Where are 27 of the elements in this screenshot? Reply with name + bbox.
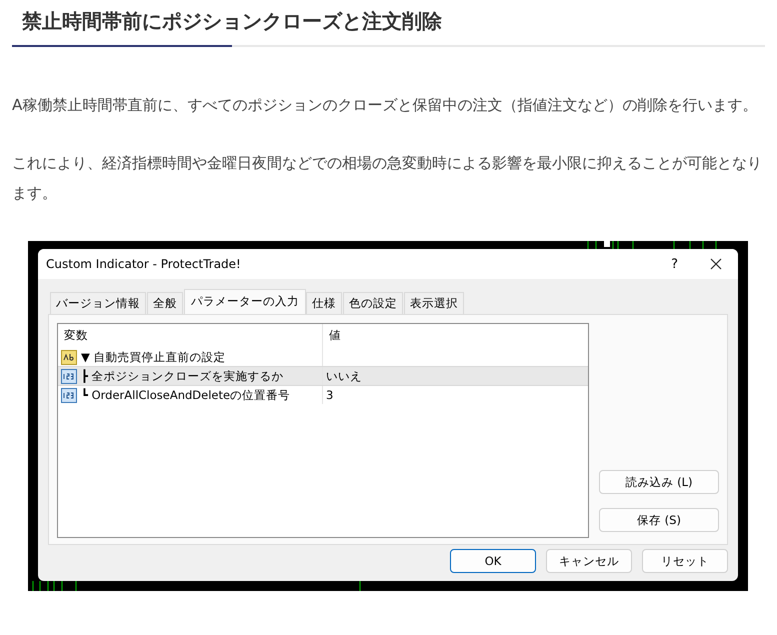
close-icon[interactable] <box>710 258 722 270</box>
tab[interactable]: 色の設定 <box>343 292 403 314</box>
side-button[interactable]: 保存 (S) <box>599 508 719 532</box>
window-title: Custom Indicator - ProtectTrade! <box>46 257 241 271</box>
tab[interactable]: 全般 <box>147 292 183 314</box>
variable-name: ▼ 自動売買停止直前の設定 <box>81 350 226 364</box>
paragraph: これにより、経済指標時間や金曜日夜間などでの相場の急変動時による影響を最小限に抑えることが可能となります。 <box>12 153 763 204</box>
table-row[interactable]: ┣ 全ポジションクローズを実施するか いいえ <box>58 366 588 386</box>
help-button[interactable]: ? <box>667 256 682 272</box>
tab[interactable]: パラメーターの入力 <box>184 289 306 314</box>
side-button[interactable]: 読み込み (L) <box>599 470 719 494</box>
number-variable-icon <box>61 388 77 402</box>
variable-name: ┗ OrderAllCloseAndDeleteの位置番号 <box>81 388 290 402</box>
number-variable-icon <box>61 368 77 384</box>
tab[interactable]: バージョン情報 <box>50 292 146 314</box>
value-cell-text: いいえ <box>325 368 363 384</box>
section-heading: 禁止時間帯前にポジションクローズと注文削除 <box>22 8 443 35</box>
value-cell-text: 3 <box>325 387 334 404</box>
tab[interactable]: 仕様 <box>306 292 342 314</box>
text-variable-icon <box>61 350 77 364</box>
column-header[interactable]: 値 <box>323 324 588 348</box>
tab[interactable]: 表示選択 <box>404 292 464 314</box>
dialog-button[interactable]: OK <box>450 549 536 573</box>
variable-name: ┣ 全ポジションクローズを実施するか <box>81 368 284 384</box>
dialog-button[interactable]: リセット <box>642 549 728 573</box>
dialog-button[interactable]: キャンセル <box>546 549 632 573</box>
paragraph: A稼働禁止時間帯直前に、すべてのポジションのクローズと保留中の注文（指値注文など）の削除を行います。 <box>12 95 758 116</box>
